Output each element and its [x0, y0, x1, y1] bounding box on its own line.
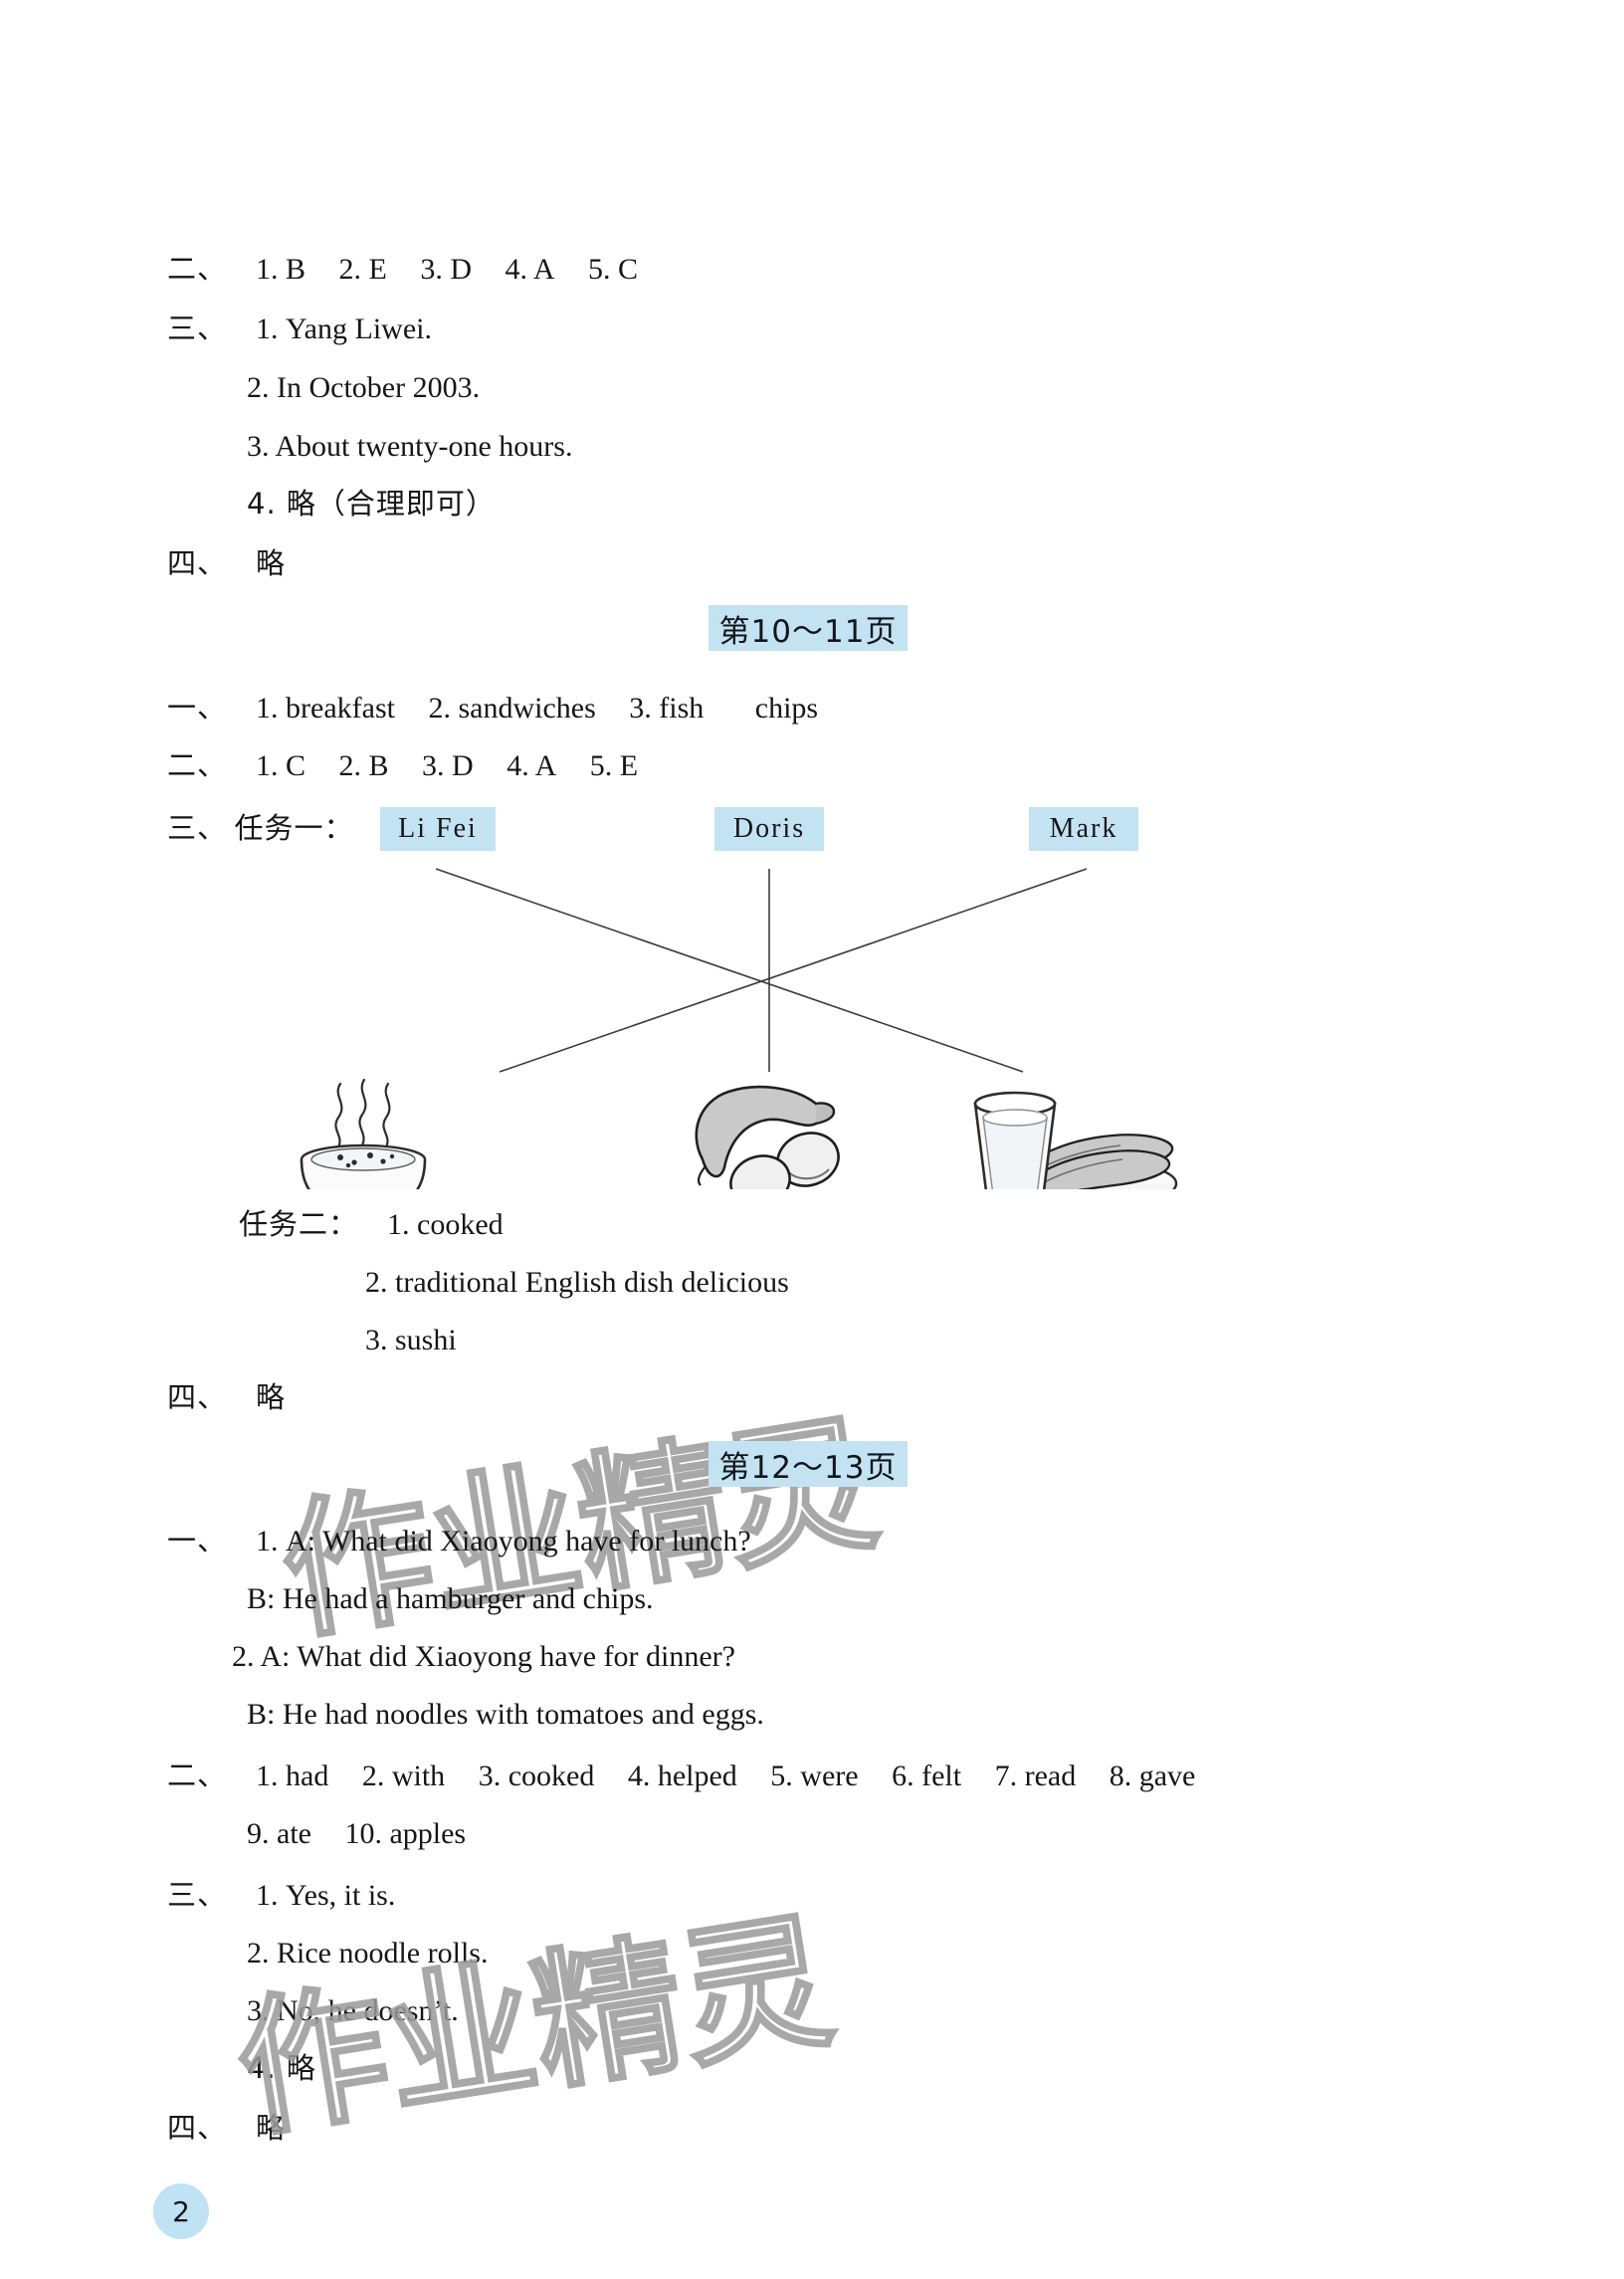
- answer-row-p10-er: 二、 1. C 2. B 3. D 4. A 5. E: [167, 751, 638, 781]
- section-marker-er: 二、: [167, 748, 228, 782]
- answer-item: 2. with: [361, 1760, 446, 1792]
- match-line-mark: [499, 868, 1088, 1073]
- answer-text: 2. A: What did Xiaoyong have for dinner?: [232, 1640, 735, 1673]
- answer-row-san-top-4: 4. 略（合理即可）: [247, 490, 496, 518]
- answer-item: 3. fish: [629, 692, 705, 725]
- food-icon-steaming-soup-bowl: [300, 1078, 427, 1189]
- answer-item: 3. cooked: [478, 1760, 595, 1792]
- answer-text: 1. Yes, it is.: [256, 1879, 396, 1912]
- answer-text: B: He had noodles with tomatoes and eggs…: [247, 1698, 764, 1731]
- answer-row-p12-san-1: 三、 1. Yes, it is.: [167, 1881, 395, 1911]
- answer-row-san-top-1: 三、 1. Yang Liwei.: [167, 314, 432, 344]
- answer-row-p12-san-4: 4. 略: [247, 2054, 316, 2083]
- section-marker-si: 四、: [167, 546, 228, 580]
- answer-item: 5. C: [588, 253, 639, 286]
- matching-diagram: [249, 851, 1343, 1189]
- answer-item: 4. A: [507, 749, 557, 782]
- answer-row-p12-san-2: 2. Rice noodle rolls.: [247, 1939, 488, 1968]
- answer-row-san-top-3: 3. About twenty-one hours.: [247, 432, 572, 462]
- answer-text: 1. A: What did Xiaoyong have for lunch?: [256, 1525, 751, 1557]
- watermark: 作业精灵: [270, 1395, 890, 1663]
- match-line-lifei: [435, 868, 1024, 1073]
- answer-text: 略: [256, 2111, 287, 2145]
- answer-item: 3. D: [420, 253, 473, 286]
- answer-text: 3. About twenty-one hours.: [247, 430, 573, 463]
- answer-item: chips: [754, 692, 819, 725]
- section-marker-yi: 一、: [167, 691, 228, 725]
- answer-text: 2. traditional English dish delicious: [365, 1266, 789, 1299]
- answer-item: 7. read: [994, 1760, 1077, 1792]
- answer-item: 1. C: [256, 749, 306, 782]
- answer-row-p12-yi-4: B: He had noodles with tomatoes and eggs…: [247, 1700, 764, 1730]
- name-chip-doris: Doris: [714, 807, 824, 851]
- answer-item: 8. gave: [1109, 1760, 1196, 1792]
- answer-item: 4. helped: [627, 1760, 737, 1792]
- page-banner-12-13: 第12～13页: [709, 1441, 908, 1487]
- answer-row-p12-san-3: 3. No, he doesn’t.: [247, 1996, 459, 2026]
- answer-row-p12-er-1: 二、 1. had 2. with 3. cooked 4. helped 5.…: [167, 1761, 1195, 1791]
- food-icon-sausage-and-eggs: [695, 1085, 840, 1189]
- task-two-label: 任务二：: [239, 1207, 359, 1241]
- name-chip-li-fei: Li Fei: [380, 807, 496, 851]
- answer-text: 4. 略: [247, 2051, 316, 2085]
- answer-row-p10-san-label: 三、 任务一：: [167, 814, 354, 844]
- answer-row-p10-si: 四、 略: [167, 1383, 286, 1413]
- section-marker-san: 三、: [167, 811, 228, 845]
- answer-item: 2. B: [338, 749, 389, 782]
- answer-item: 5. E: [589, 749, 639, 782]
- answer-text: 略: [256, 546, 287, 580]
- task-one-label: 任务一：: [234, 811, 354, 845]
- answer-item: 3. D: [422, 749, 474, 782]
- section-marker-san: 三、: [167, 311, 228, 345]
- answer-row-p12-yi-1: 一、 1. A: What did Xiaoyong have for lunc…: [167, 1527, 751, 1556]
- answer-text: 3. No, he doesn’t.: [247, 1994, 459, 2027]
- answer-row-p12-yi-2: B: He had a hamburger and chips.: [247, 1584, 654, 1614]
- answer-row-p12-si: 四、 略: [167, 2114, 286, 2144]
- answer-row-san-top-2: 2. In October 2003.: [247, 373, 480, 403]
- answer-item: 10. apples: [344, 1817, 467, 1850]
- answer-item: 4. A: [505, 253, 555, 286]
- answer-item: 5. were: [770, 1760, 859, 1792]
- answer-row-task-two-2: 2. traditional English dish delicious: [365, 1268, 789, 1298]
- answer-item: 2. sandwiches: [428, 692, 596, 725]
- name-chip-mark: Mark: [1029, 807, 1138, 851]
- answer-text: 4. 略（合理即可）: [247, 487, 496, 520]
- section-marker-er: 二、: [167, 1759, 228, 1792]
- answer-text: 1. Yang Liwei.: [256, 312, 432, 345]
- food-icon-milk-and-fried-dough-sticks: [973, 1091, 1178, 1189]
- page-banner-10-11: 第10～11页: [709, 605, 908, 651]
- section-marker-si: 四、: [167, 2111, 228, 2145]
- answer-item: 1. had: [256, 1760, 329, 1792]
- answer-text: 1. cooked: [387, 1208, 504, 1241]
- answer-row-p10-yi: 一、 1. breakfast 2. sandwiches 3. fish ch…: [167, 694, 818, 724]
- answer-row-p12-yi-3: 2. A: What did Xiaoyong have for dinner?: [232, 1642, 735, 1672]
- answer-item: 1. B: [256, 253, 306, 286]
- answer-row-task-two-3: 3. sushi: [365, 1326, 457, 1355]
- answer-row-si-top: 四、 略: [167, 549, 286, 579]
- answer-item: 2. E: [338, 253, 387, 286]
- section-marker-san: 三、: [167, 1878, 228, 1912]
- answer-item: 1. breakfast: [256, 692, 395, 725]
- page-number: 2: [153, 2183, 209, 2239]
- answer-row-er-top: 二、 1. B 2. E 3. D 4. A 5. C: [167, 255, 638, 285]
- section-marker-yi: 一、: [167, 1524, 228, 1557]
- answer-text: 略: [256, 1380, 287, 1414]
- section-marker-er: 二、: [167, 252, 228, 286]
- answer-item: 9. ate: [247, 1817, 311, 1850]
- answer-text: 3. sushi: [365, 1324, 457, 1356]
- worksheet-page: 二、 1. B 2. E 3. D 4. A 5. C 三、 1. Yang L…: [0, 0, 1624, 2279]
- section-marker-si: 四、: [167, 1380, 228, 1414]
- answer-text: 2. Rice noodle rolls.: [247, 1937, 489, 1969]
- answer-row-p12-er-2: 9. ate 10. apples: [247, 1819, 466, 1849]
- answer-row-task-two-1: 任务二： 1. cooked: [239, 1210, 504, 1240]
- answer-item: 6. felt: [892, 1760, 962, 1792]
- answer-text: B: He had a hamburger and chips.: [247, 1582, 654, 1615]
- answer-text: 2. In October 2003.: [247, 371, 481, 404]
